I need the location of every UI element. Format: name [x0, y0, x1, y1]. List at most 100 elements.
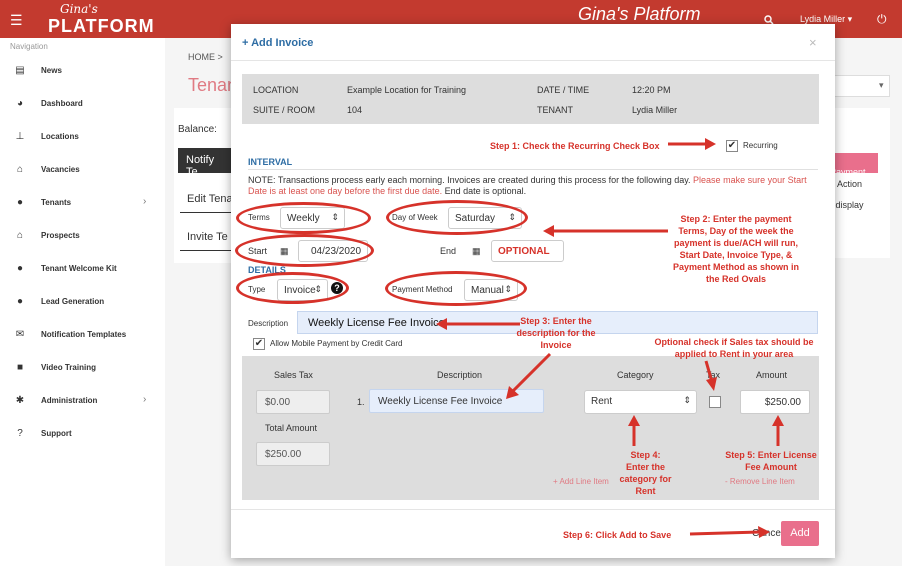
balance-label: Balance: [178, 124, 217, 135]
description-header: Description [437, 370, 483, 380]
power-icon[interactable]: ⏻ [877, 12, 887, 27]
annotation-step6: Step 6: Click Add to Save [563, 530, 672, 540]
logo-script: Gina's [60, 2, 98, 16]
breadcrumb[interactable]: HOME > [188, 52, 223, 62]
recurring-label: Recurring [743, 141, 778, 150]
tenant-value: Lydia Miller [632, 105, 678, 115]
sidebar-item-support[interactable]: ? Support [0, 418, 165, 451]
divider [180, 250, 234, 251]
lock-icon: ⌂ [16, 164, 24, 175]
end-date-input[interactable]: OPTIONAL [491, 240, 564, 262]
sidebar-item-tenants[interactable]: ● Tenants › [0, 187, 165, 220]
line-number: 1. [357, 397, 365, 407]
sidebar-item-vacancies[interactable]: ⌂ Vacancies [0, 154, 165, 187]
user-icon: ● [16, 263, 24, 274]
sidebar-item-dashboard[interactable]: ◕ Dashboard [0, 88, 165, 121]
sidebar-item-label: Prospects [41, 231, 80, 240]
annotation-oval-day-of-week [386, 200, 528, 235]
chevron-right-icon: › [143, 196, 147, 207]
chevron-right-icon: › [143, 394, 147, 405]
sales-tax-value: $0.00 [256, 390, 330, 414]
divider [231, 60, 835, 61]
page-title: Tenan [188, 75, 238, 95]
total-amount-value: $250.00 [256, 442, 330, 466]
invite-tenant-link[interactable]: Invite Te [187, 231, 228, 243]
annotation-optional-tax: Optional check if Sales tax should be ap… [654, 337, 814, 359]
annotation-oval-start [235, 234, 374, 267]
close-icon[interactable]: × [809, 35, 817, 50]
sidebar-item-label: Dashboard [41, 99, 83, 108]
newspaper-icon: ▤ [15, 65, 25, 76]
sidebar: Navigation ▤ News ◕ Dashboard ⊥ Locations ⌂… [0, 38, 165, 566]
sidebar-item-label: Support [41, 429, 72, 438]
envelope-icon: ✉ [15, 329, 25, 340]
sidebar-item-prospects[interactable]: ⌂ Prospects [0, 220, 165, 253]
recurring-checkbox[interactable]: ✔ [726, 140, 738, 152]
help-icon: ? [17, 428, 23, 439]
user-icon: ● [16, 197, 24, 208]
amount-input[interactable]: $250.00 [740, 390, 810, 414]
description-label: Description [248, 319, 289, 328]
video-icon: ■ [16, 362, 24, 373]
action-header: Action [837, 179, 863, 189]
annotation-step2: Step 2: Enter the payment Terms, Day of … [672, 214, 800, 284]
sidebar-item-label: Tenant Welcome Kit [41, 264, 117, 273]
category-select[interactable]: Rent ⇕ [584, 390, 697, 414]
chevron-down-icon: ▾ [879, 80, 884, 90]
annotation-oval-type [236, 272, 349, 304]
divider [248, 169, 818, 170]
category-header: Category [617, 370, 654, 380]
end-label: End [440, 246, 457, 256]
cancel-button[interactable]: Cancel [752, 528, 783, 539]
sidebar-item-notification-templates[interactable]: ✉ Notification Templates [0, 319, 165, 352]
location-label: LOCATION [253, 85, 299, 95]
logo[interactable]: PLATFORM [48, 16, 155, 37]
lock-icon: ⌂ [16, 230, 24, 241]
sidebar-item-tenant-welcome-kit[interactable]: ● Tenant Welcome Kit [0, 253, 165, 286]
sidebar-item-label: Lead Generation [41, 297, 105, 306]
suite-value: 104 [347, 105, 363, 115]
sidebar-item-label: Tenants [41, 198, 72, 207]
modal-title: + Add Invoice [242, 37, 314, 49]
sidebar-item-video-training[interactable]: ■ Video Training [0, 352, 165, 385]
datetime-label: DATE / TIME [537, 85, 590, 95]
divider [180, 212, 234, 213]
sidebar-item-lead-generation[interactable]: ● Lead Generation [0, 286, 165, 319]
sidebar-item-locations[interactable]: ⊥ Locations [0, 121, 165, 154]
tax-header: Tax [706, 370, 721, 380]
location-value: Example Location for Training [347, 85, 467, 95]
gear-icon: ✱ [15, 395, 25, 406]
remove-line-item-link[interactable]: - Remove Line Item [725, 477, 795, 486]
mobile-payment-checkbox[interactable]: ✔ [253, 338, 265, 350]
mobile-payment-label: Allow Mobile Payment by Credit Card [270, 339, 403, 348]
annotation-oval-terms [236, 202, 371, 234]
annotation-step3: Step 3: Enter the description for the In… [516, 316, 596, 350]
tax-checkbox[interactable] [709, 396, 721, 408]
datetime-value: 12:20 PM [632, 85, 671, 95]
annotation-step5: Step 5: Enter License Fee Amount [725, 450, 817, 472]
sidebar-item-news[interactable]: ▤ News [0, 55, 165, 88]
annotation-step4: Step 4: Enter the category for Rent [619, 450, 672, 496]
sidebar-item-label: News [41, 66, 62, 75]
sidebar-item-label: Vacancies [41, 165, 80, 174]
menu-icon[interactable]: ☰ [10, 12, 23, 29]
annotation-step1: Step 1: Check the Recurring Check Box [490, 141, 660, 151]
tenant-label: TENANT [537, 105, 573, 115]
line-description-input[interactable]: Weekly License Fee Invoice [369, 389, 544, 413]
app-title: Gina's Platform [578, 4, 701, 24]
dashboard-icon: ◕ [16, 98, 24, 109]
total-amount-label: Total Amount [265, 423, 318, 433]
interval-heading: INTERVAL [248, 157, 293, 167]
add-line-item-link[interactable]: + Add Line Item [553, 477, 609, 486]
annotation-oval-payment-method [385, 271, 527, 306]
calendar-icon: ▦ [472, 246, 481, 256]
sidebar-item-administration[interactable]: ✱ Administration › [0, 385, 165, 418]
sidebar-item-label: Video Training [41, 363, 96, 372]
notify-button[interactable]: Notify Te [178, 148, 234, 178]
add-button[interactable]: Add [781, 521, 819, 546]
suite-label: SUITE / ROOM [253, 105, 316, 115]
divider [231, 509, 835, 510]
edit-tenant-link[interactable]: Edit Tena [187, 193, 233, 205]
interval-note: NOTE: Transactions process early each mo… [248, 175, 807, 196]
sales-tax-header: Sales Tax [274, 370, 313, 380]
